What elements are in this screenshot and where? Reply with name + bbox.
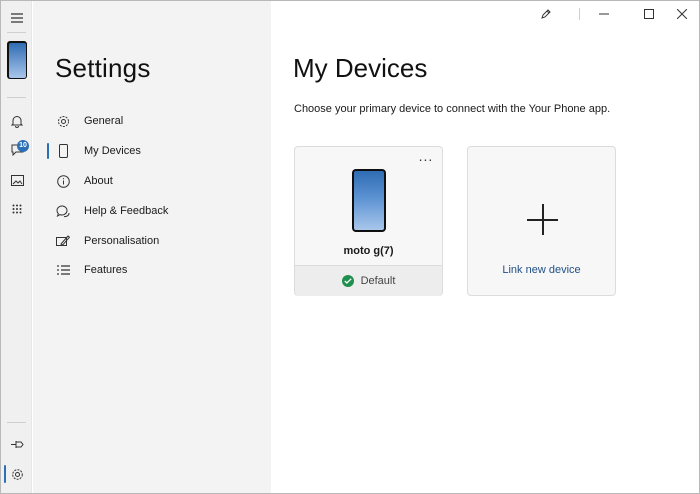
nav-item-general[interactable]: General	[47, 108, 267, 134]
device-name: moto g(7)	[343, 245, 394, 257]
list-icon	[55, 262, 71, 278]
active-indicator	[47, 143, 49, 159]
settings-icon[interactable]	[5, 463, 29, 485]
device-image	[352, 169, 386, 232]
left-rail: 10	[1, 1, 32, 493]
default-label: Default	[360, 275, 396, 287]
link-new-device-label: Link new device	[502, 264, 581, 276]
pin-icon[interactable]	[5, 433, 29, 455]
more-options-button[interactable]: ...	[416, 149, 436, 167]
plus-icon	[527, 204, 558, 235]
messages-badge: 10	[17, 140, 29, 152]
menu-icon[interactable]	[5, 7, 29, 29]
nav-item-help-feedback[interactable]: Help & Feedback	[47, 198, 267, 224]
main-content: My Devices Choose your primary device to…	[271, 1, 699, 493]
nav-label: My Devices	[84, 145, 141, 157]
phone-thumbnail[interactable]	[7, 41, 27, 79]
nav-item-about[interactable]: About	[47, 168, 267, 194]
page-title: My Devices	[293, 53, 428, 83]
close-button[interactable]	[667, 5, 697, 23]
nav-label: Help & Feedback	[84, 205, 169, 217]
photos-icon[interactable]	[5, 169, 29, 191]
info-icon	[55, 173, 71, 189]
bell-icon[interactable]	[5, 110, 29, 132]
nav-label: About	[84, 175, 113, 187]
nav-item-features[interactable]: Features	[47, 257, 267, 283]
nav-label: Features	[84, 264, 128, 276]
page-subtitle: Choose your primary device to connect wi…	[294, 103, 611, 115]
maximize-button[interactable]	[634, 5, 664, 23]
nav-item-personalisation[interactable]: Personalisation	[47, 228, 267, 254]
paint-icon	[55, 233, 71, 249]
check-circle-icon	[341, 275, 354, 287]
nav-label: General	[84, 115, 124, 127]
nav-label: Personalisation	[84, 235, 160, 247]
pen-icon[interactable]	[531, 5, 561, 23]
minimize-button[interactable]	[589, 5, 619, 23]
nav-item-my-devices[interactable]: My Devices	[47, 138, 267, 164]
chat-help-icon	[55, 203, 71, 219]
apps-grid-icon[interactable]	[5, 198, 29, 220]
settings-pane: Settings General My Devices About Help &…	[33, 1, 271, 493]
link-new-device-card[interactable]: Link new device	[467, 146, 616, 296]
device-status: Default	[295, 266, 442, 296]
gear-icon	[55, 113, 71, 129]
device-card[interactable]: ... moto g(7) Default	[294, 146, 443, 296]
settings-title: Settings	[55, 53, 151, 83]
your-phone-window: 10 Settings General My Devices About Hel…	[0, 0, 700, 494]
phone-icon	[55, 143, 71, 159]
